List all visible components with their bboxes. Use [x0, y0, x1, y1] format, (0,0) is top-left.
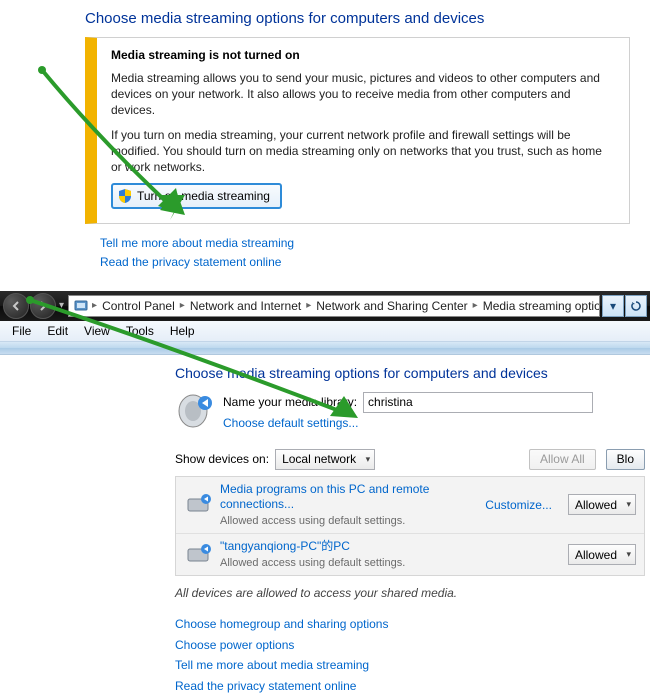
device-permission-value: Allowed	[575, 548, 617, 562]
device-item: "tangyanqiong-PC"的PC Allowed access usin…	[176, 534, 644, 575]
shield-icon	[117, 188, 133, 204]
link-privacy-2[interactable]: Read the privacy statement online	[175, 676, 356, 696]
warning-heading: Media streaming is not turned on	[111, 48, 615, 62]
device-name-link[interactable]: "tangyanqiong-PC"的PC	[220, 539, 350, 555]
control-panel-window: ▾ ▸ Control Panel ▸ Network and Internet…	[0, 291, 650, 696]
menu-edit[interactable]: Edit	[39, 322, 76, 340]
back-button[interactable]	[3, 293, 29, 319]
menu-bar: File Edit View Tools Help	[0, 321, 650, 342]
warning-para-1: Media streaming allows you to send your …	[111, 70, 615, 119]
device-permission-select[interactable]: Allowed	[568, 544, 636, 565]
breadcrumb-item[interactable]: Network and Internet	[186, 299, 305, 313]
link-privacy-statement[interactable]: Read the privacy statement online	[100, 253, 281, 272]
allow-all-button: Allow All	[529, 449, 596, 470]
menu-help[interactable]: Help	[162, 322, 203, 340]
menu-file[interactable]: File	[4, 322, 39, 340]
content-area: Choose media streaming options for compu…	[0, 355, 650, 696]
menu-tools[interactable]: Tools	[118, 322, 162, 340]
device-list: Media programs on this PC and remote con…	[175, 476, 645, 577]
control-panel-icon	[73, 298, 89, 314]
block-all-button[interactable]: Blo	[606, 449, 645, 470]
device-item: Media programs on this PC and remote con…	[176, 477, 644, 535]
menu-view[interactable]: View	[76, 322, 118, 340]
breadcrumb-sep: ▸	[91, 300, 98, 311]
choose-default-settings-link[interactable]: Choose default settings...	[223, 416, 358, 430]
page-title-2: Choose media streaming options for compu…	[175, 365, 650, 381]
library-name-input[interactable]	[363, 392, 593, 413]
breadcrumb-item[interactable]: Control Panel	[98, 299, 179, 313]
breadcrumb-item[interactable]: Media streaming options	[479, 299, 600, 313]
nav-history-dropdown[interactable]: ▾	[59, 300, 64, 311]
breadcrumb-sep: ▸	[305, 300, 312, 311]
refresh-button[interactable]	[625, 295, 647, 317]
device-sub: Allowed access using default settings.	[220, 515, 405, 527]
address-bar[interactable]: ▸ Control Panel ▸ Network and Internet ▸…	[68, 295, 600, 317]
page-title: Choose media streaming options for compu…	[85, 10, 650, 27]
media-device-icon	[184, 491, 212, 519]
forward-button[interactable]	[30, 293, 56, 319]
device-permission-select[interactable]: Allowed	[568, 494, 636, 515]
breadcrumb-sep: ▸	[472, 300, 479, 311]
device-sub: Allowed access using default settings.	[220, 557, 405, 569]
toolbar-strip	[0, 342, 650, 355]
link-homegroup[interactable]: Choose homegroup and sharing options	[175, 614, 388, 634]
nav-bar: ▾ ▸ Control Panel ▸ Network and Internet…	[0, 291, 650, 321]
all-devices-note: All devices are allowed to access your s…	[175, 586, 650, 600]
show-devices-label: Show devices on:	[175, 452, 269, 466]
address-dropdown-button[interactable]: ▾	[602, 295, 624, 317]
warning-box: Media streaming is not turned on Media s…	[85, 37, 630, 224]
customize-link[interactable]: Customize...	[485, 498, 552, 512]
breadcrumb-item[interactable]: Network and Sharing Center	[312, 299, 471, 313]
link-tell-me-more-2[interactable]: Tell me more about media streaming	[175, 655, 369, 675]
library-name-label: Name your media library:	[223, 395, 357, 409]
breadcrumb-sep: ▸	[179, 300, 186, 311]
turn-on-button-label: Turn on media streaming	[137, 189, 270, 203]
media-device-icon	[184, 541, 212, 569]
show-devices-value: Local network	[282, 452, 356, 466]
link-power-options[interactable]: Choose power options	[175, 635, 294, 655]
link-tell-me-more[interactable]: Tell me more about media streaming	[100, 234, 294, 253]
media-library-icon	[175, 391, 215, 431]
turn-on-media-streaming-button[interactable]: Turn on media streaming	[111, 183, 282, 209]
warning-para-2: If you turn on media streaming, your cur…	[111, 127, 615, 176]
device-name-link[interactable]: Media programs on this PC and remote con…	[220, 482, 477, 513]
device-permission-value: Allowed	[575, 498, 617, 512]
show-devices-select[interactable]: Local network	[275, 449, 375, 470]
